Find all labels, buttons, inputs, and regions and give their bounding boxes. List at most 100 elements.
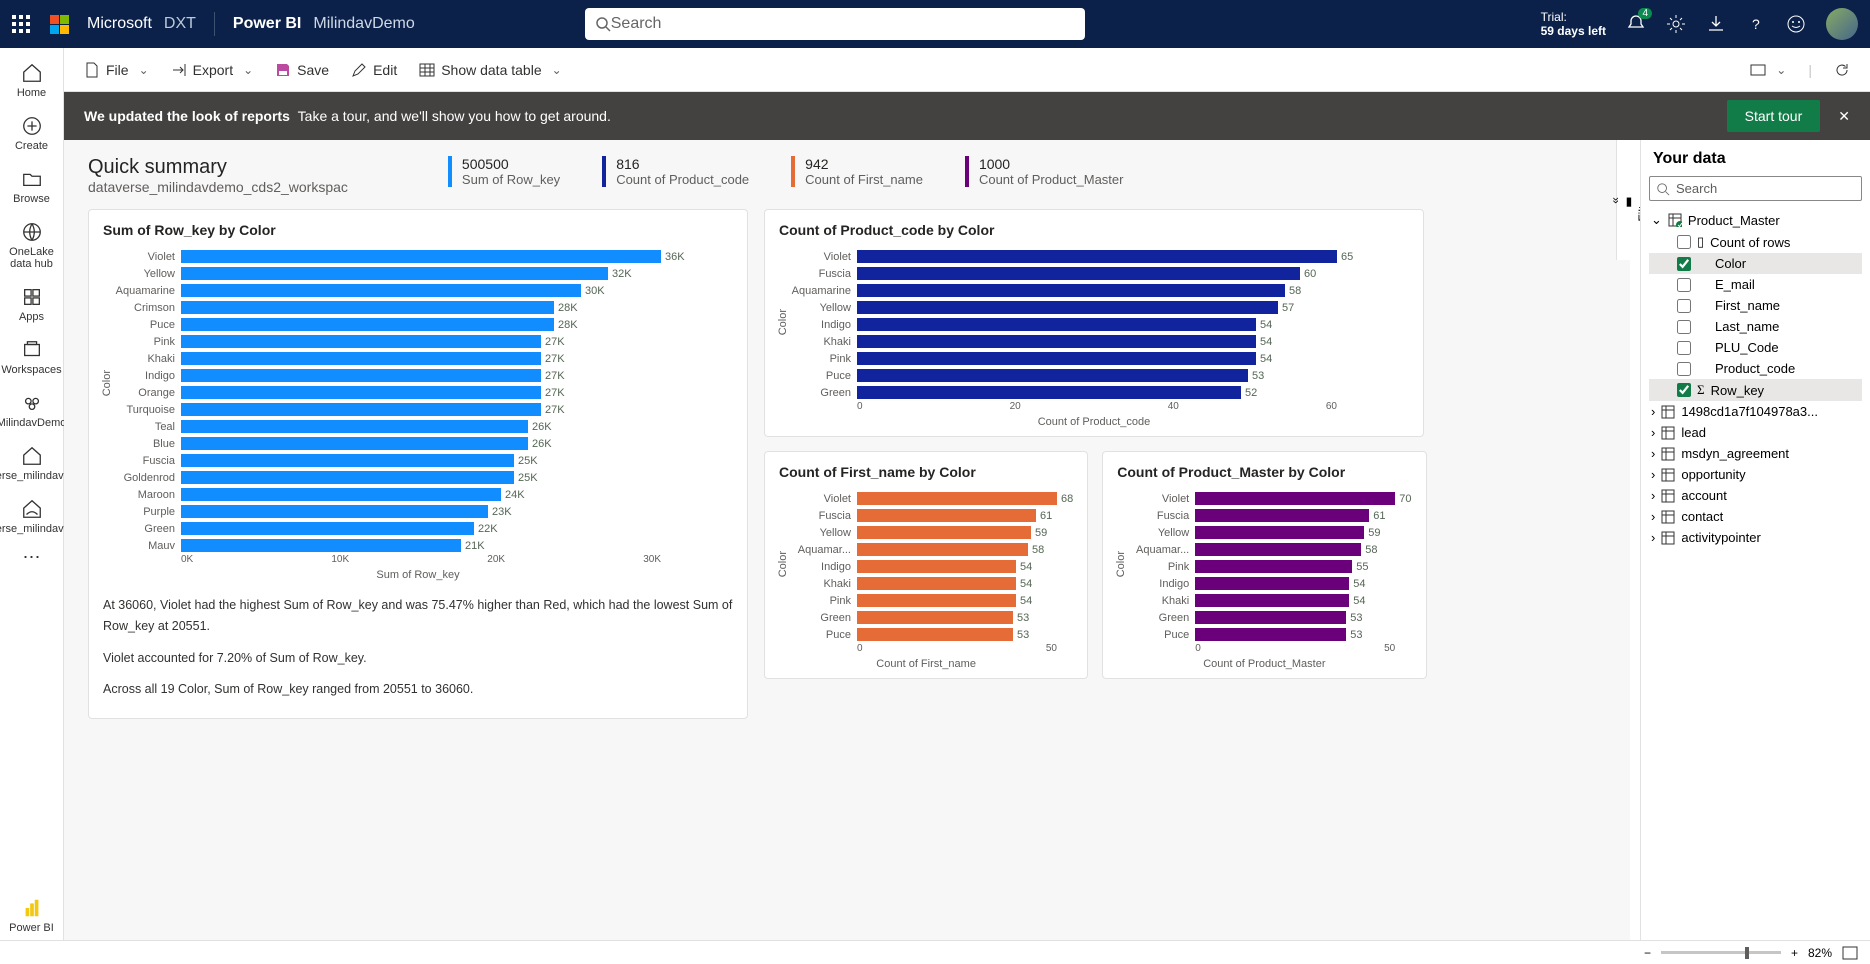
nav-workspaces[interactable]: Workspaces (2, 333, 62, 382)
brand: Microsoft DXT Power BI MilindavDemo (50, 12, 415, 36)
table-node[interactable]: ›activitypointer (1649, 527, 1862, 548)
field-item[interactable]: PLU_Code (1649, 337, 1862, 358)
zoom-out-button[interactable]: − (1644, 946, 1651, 960)
kpi-card[interactable]: 942Count of First_name (791, 156, 923, 187)
nav-apps[interactable]: Apps (2, 280, 62, 329)
download-icon[interactable] (1706, 14, 1726, 34)
show-data-table[interactable]: Show data table (413, 58, 567, 82)
nav-create[interactable]: Create (2, 109, 62, 158)
table-node[interactable]: ⌄Product_Master (1649, 209, 1862, 231)
bar-row: Pink54 (779, 592, 1073, 609)
table-node[interactable]: ›opportunity (1649, 464, 1862, 485)
table-node[interactable]: ›contact (1649, 506, 1862, 527)
file-menu[interactable]: File (78, 58, 155, 82)
trial-status[interactable]: Trial:59 days left (1541, 10, 1606, 38)
report-toolbar: File Export Save Edit Show data table | (64, 48, 1870, 92)
bar-row: Purple23K (103, 503, 733, 520)
table-node[interactable]: ›msdyn_agreement (1649, 443, 1862, 464)
bar-row: Yellow57 (779, 299, 1409, 316)
bar-row: Puce53 (779, 367, 1409, 384)
settings-icon[interactable] (1666, 14, 1686, 34)
bar-row: Indigo54 (1117, 575, 1411, 592)
kpi-card[interactable]: 500500Sum of Row_key (448, 156, 560, 187)
bar-row: Green53 (1117, 609, 1411, 626)
table-node[interactable]: ›1498cd1a7f104978a3... (1649, 401, 1862, 422)
view-mode-button[interactable] (1744, 58, 1792, 82)
chart-title: Count of Product_code by Color (779, 222, 1409, 238)
zoom-value: 82% (1808, 946, 1832, 960)
chart-card-firstname[interactable]: Count of First_name by Color ColorViolet… (764, 451, 1088, 679)
help-icon[interactable]: ? (1746, 14, 1766, 34)
fit-page-icon[interactable] (1842, 946, 1858, 960)
bar-row: Khaki54 (779, 575, 1073, 592)
field-item[interactable]: First_name (1649, 295, 1862, 316)
field-item[interactable]: ▯Count of rows (1649, 231, 1862, 253)
field-item[interactable]: ΣRow_key (1649, 379, 1862, 401)
field-item[interactable]: Product_code (1649, 358, 1862, 379)
field-item[interactable]: Last_name (1649, 316, 1862, 337)
banner-close-icon[interactable]: ✕ (1838, 108, 1850, 125)
bar-row: Pink27K (103, 333, 733, 350)
notifications-icon[interactable]: 4 (1626, 14, 1646, 34)
kpi-card[interactable]: 1000Count of Product_Master (965, 156, 1124, 187)
bar-row: Fuscia61 (779, 507, 1073, 524)
bar-row: Yellow59 (1117, 524, 1411, 541)
table-node[interactable]: ›account (1649, 485, 1862, 506)
nav-ws-dataverse1[interactable]: dataverse_milindavdem... (2, 439, 62, 488)
microsoft-logo-icon (50, 15, 69, 34)
status-bar: − + 82% (0, 940, 1870, 964)
global-search[interactable]: Search (585, 8, 1085, 40)
header-actions: Trial:59 days left 4 ? (1541, 8, 1858, 40)
nav-ws-current[interactable]: MilindavDemo (2, 386, 62, 435)
banner-title: We updated the look of reports (84, 108, 290, 124)
fields-search[interactable]: Search (1649, 176, 1862, 201)
bar-row: Aquamar...58 (779, 541, 1073, 558)
table-icon (1668, 213, 1682, 227)
save-button[interactable]: Save (269, 58, 335, 82)
tour-banner: We updated the look of reports Take a to… (64, 92, 1870, 140)
zoom-in-button[interactable]: + (1791, 946, 1798, 960)
bar-row: Khaki54 (779, 333, 1409, 350)
nav-powerbi[interactable]: Power BI (2, 891, 62, 940)
edit-button[interactable]: Edit (345, 58, 403, 82)
field-item[interactable]: E_mail (1649, 274, 1862, 295)
bar-row: Orange27K (103, 384, 733, 401)
bar-row: Yellow59 (779, 524, 1073, 541)
feedback-icon[interactable] (1786, 14, 1806, 34)
table-node[interactable]: ›lead (1649, 422, 1862, 443)
search-placeholder: Search (611, 15, 662, 33)
user-avatar[interactable] (1826, 8, 1858, 40)
nav-browse[interactable]: Browse (2, 162, 62, 211)
start-tour-button[interactable]: Start tour (1727, 100, 1821, 132)
bar-row: Aquamarine30K (103, 282, 733, 299)
nav-ws-dataverse2[interactable]: dataverse_milindavdem... (2, 492, 62, 541)
summary-subtitle: dataverse_milindavdemo_cds2_workspac (88, 179, 348, 195)
bar-row: Pink54 (779, 350, 1409, 367)
nav-data-hub[interactable]: OneLake data hub (2, 215, 62, 276)
refresh-button[interactable] (1828, 58, 1856, 82)
filters-pane-toggle[interactable]: « ▮ Filters (1616, 140, 1640, 260)
svg-text:?: ? (1752, 16, 1760, 32)
bar-row: Puce28K (103, 316, 733, 333)
nav-more[interactable]: ⋯ (2, 545, 62, 569)
bar-row: Khaki54 (1117, 592, 1411, 609)
workspace-name[interactable]: MilindavDemo (313, 15, 414, 33)
chart-card-rowkey[interactable]: Sum of Row_key by Color ColorViolet36KYe… (88, 209, 748, 719)
kpi-card[interactable]: 816Count of Product_code (602, 156, 749, 187)
banner-text: Take a tour, and we'll show you how to g… (298, 108, 611, 124)
bar-row: Indigo54 (779, 316, 1409, 333)
report-canvas: Quick summary dataverse_milindavdemo_cds… (64, 140, 1630, 940)
bar-row: Goldenrod25K (103, 469, 733, 486)
bar-row: Pink55 (1117, 558, 1411, 575)
chart-card-productmaster[interactable]: Count of Product_Master by Color ColorVi… (1102, 451, 1426, 679)
app-launcher-icon[interactable] (12, 15, 30, 33)
chart-card-productcode[interactable]: Count of Product_code by Color ColorViol… (764, 209, 1424, 437)
field-item[interactable]: Color (1649, 253, 1862, 274)
zoom-slider[interactable] (1661, 951, 1781, 954)
nav-home[interactable]: Home (2, 56, 62, 105)
app-name[interactable]: Power BI (233, 15, 301, 33)
bar-row: Green52 (779, 384, 1409, 401)
export-menu[interactable]: Export (165, 58, 260, 82)
bar-row: Yellow32K (103, 265, 733, 282)
bar-row: Violet65 (779, 248, 1409, 265)
